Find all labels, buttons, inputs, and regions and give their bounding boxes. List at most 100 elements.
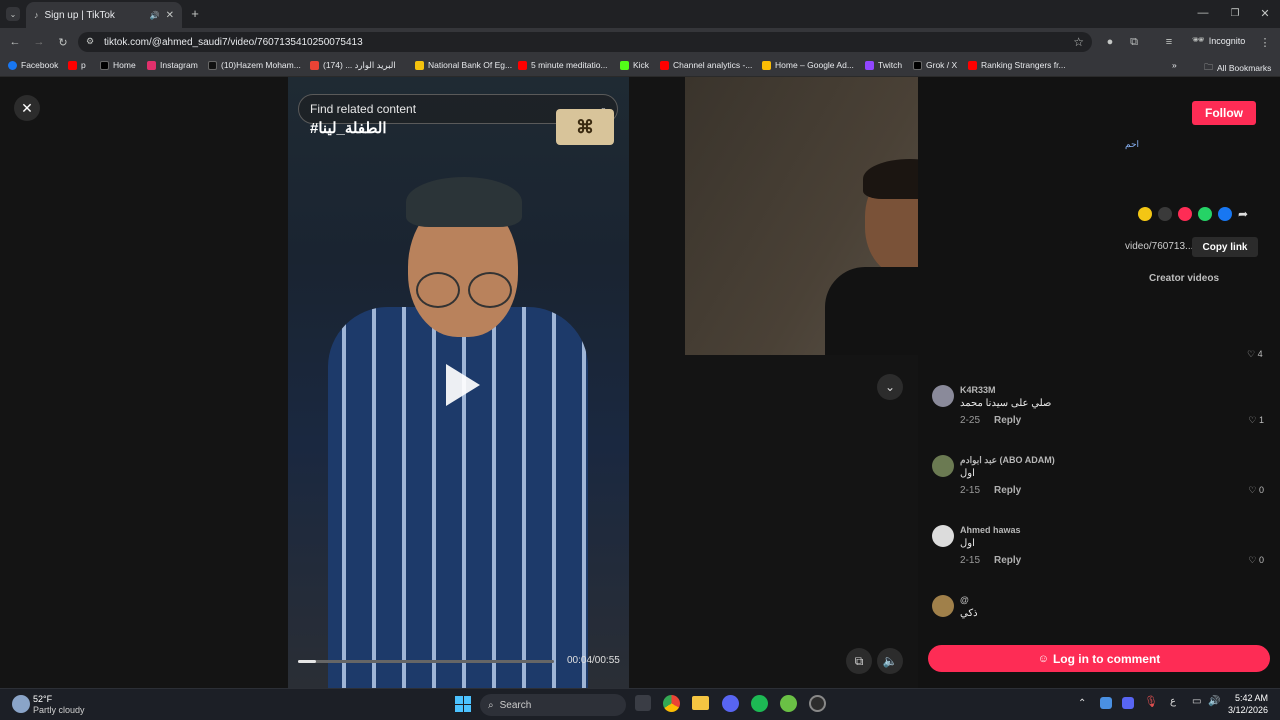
language-indicator[interactable]: ع [1170, 696, 1176, 707]
bank-icon [415, 60, 424, 70]
avatar[interactable] [932, 455, 954, 477]
forward-icon[interactable]: → [32, 35, 46, 49]
comment-like[interactable]: ♡ 0 [1248, 485, 1264, 496]
share-arrow-icon[interactable]: ➦ [1238, 207, 1248, 221]
reply-link[interactable]: Reply [994, 415, 1021, 426]
comment-like[interactable]: ♡ 0 [1248, 555, 1264, 566]
onedrive-icon[interactable] [1100, 697, 1112, 709]
tray-overflow-icon[interactable]: ⌃ [1078, 698, 1086, 709]
bookmark-item[interactable]: Instagram [147, 60, 198, 70]
comment-text: اول [960, 538, 975, 549]
bookmark-item[interactable]: Facebook [8, 60, 58, 70]
tab-search-icon[interactable]: ⌄ [6, 7, 20, 21]
facebook-share-icon[interactable] [1218, 207, 1232, 221]
channel-logo-watermark: ⌘ [556, 109, 614, 145]
weather-temp[interactable]: 52°F [33, 694, 52, 704]
microphone-icon[interactable]: 🎙 [1144, 695, 1158, 708]
tab-strip: ⌄ ♪ Sign up | TikTok 🔊 ✕ + — ❐ ✕ [0, 0, 1280, 28]
comment-author[interactable]: عبد ابوادم (ABO ADAM) [960, 455, 1055, 466]
reply-link[interactable]: Reply [994, 485, 1021, 496]
bookmark-item[interactable]: p [68, 60, 86, 70]
facebook-icon [8, 60, 17, 70]
embed-icon[interactable] [1158, 207, 1172, 221]
clock-time[interactable]: 5:42 AM [1226, 693, 1268, 703]
task-view-icon[interactable] [635, 695, 651, 711]
bookmark-item[interactable]: Ranking Strangers fr... [968, 60, 1066, 70]
top-like-count[interactable]: ♡ 4 [1247, 349, 1263, 360]
obs-icon[interactable] [809, 695, 826, 712]
network-icon[interactable]: ▭ [1192, 696, 1201, 707]
author-name-snippet[interactable]: احم [1125, 139, 1139, 150]
bookmark-item[interactable]: Grok / X [913, 60, 957, 70]
discord-tray-icon[interactable] [1122, 697, 1134, 709]
avatar[interactable] [932, 525, 954, 547]
tab-title: Sign up | TikTok [44, 9, 115, 21]
discord-icon[interactable] [722, 695, 739, 712]
start-icon[interactable] [455, 696, 471, 712]
bookmark-star-icon[interactable]: ☆ [1073, 35, 1084, 49]
video-stage: Find related content ⌕ #الطفلة_لينا ⌘ 00… [0, 77, 1126, 688]
site-info-icon[interactable]: ⚙ [86, 36, 94, 47]
bookmark-item[interactable]: Kick [620, 60, 649, 70]
floating-player-icon[interactable]: ⧉ [846, 648, 872, 674]
menu-kebab-icon[interactable]: ⋮ [1258, 35, 1272, 49]
whatsapp-icon[interactable] [1198, 207, 1212, 221]
progress-fill [298, 660, 316, 663]
taskbar-search[interactable]: ⌕ Search [480, 694, 626, 716]
bookmark-item[interactable]: Home [100, 60, 136, 70]
chrome-icon[interactable] [663, 695, 680, 712]
bookmark-item[interactable]: 5 minute meditatio... [518, 60, 608, 70]
comment-meta: 2-15 Reply [960, 555, 1022, 566]
comment-like[interactable]: ♡ 1 [1248, 415, 1264, 426]
extension-icon[interactable]: ● [1103, 35, 1117, 49]
window-close-icon[interactable]: ✕ [1258, 6, 1272, 20]
spotify-icon[interactable] [751, 695, 768, 712]
bookmarks-overflow-icon[interactable]: » [1172, 60, 1177, 70]
all-bookmarks[interactable]: 🗀 All Bookmarks [1204, 60, 1271, 76]
comment-author[interactable]: K4R33M [960, 385, 996, 395]
coin-icon[interactable] [1138, 207, 1152, 221]
bookmark-item[interactable]: (174) ... البريد الوارد [310, 60, 396, 71]
reply-link[interactable]: Reply [994, 555, 1021, 566]
comment-author[interactable]: Ahmed hawas [960, 525, 1021, 535]
incognito-label: Incognito [1208, 35, 1246, 46]
weather-icon[interactable] [12, 695, 30, 713]
media-icon[interactable]: ≡ [1162, 35, 1176, 49]
reload-icon[interactable]: ↻ [56, 35, 70, 49]
browser-tab[interactable]: ♪ Sign up | TikTok 🔊 ✕ [26, 2, 182, 28]
puzzle-icon[interactable]: ⧉ [1127, 35, 1141, 49]
app-icon[interactable] [780, 695, 797, 712]
address-bar[interactable]: ⚙ tiktok.com/@ahmed_saudi7/video/7607135… [78, 32, 1092, 52]
file-explorer-icon[interactable] [692, 696, 709, 710]
weather-desc: Partly cloudy [33, 705, 85, 715]
avatar[interactable] [932, 595, 954, 617]
incognito-indicator[interactable]: 🕶 Incognito [1192, 35, 1245, 46]
tab-close-icon[interactable]: ✕ [166, 10, 174, 21]
chevron-down-icon[interactable]: ⌄ [877, 374, 903, 400]
minimize-icon[interactable]: — [1196, 6, 1210, 20]
clock-date[interactable]: 3/12/2026 [1222, 705, 1268, 715]
bookmark-item[interactable]: National Bank Of Eg... [415, 60, 512, 70]
follow-button[interactable]: Follow [1192, 101, 1256, 125]
send-icon[interactable] [1178, 207, 1192, 221]
speaker-icon[interactable]: 🔊 [150, 11, 160, 20]
tab-creator-videos[interactable]: Creator videos [1149, 273, 1219, 284]
back-icon[interactable]: ← [8, 35, 22, 49]
bookmark-item[interactable]: Twitch [865, 60, 902, 70]
comment-meta: 2-25 Reply [960, 415, 1022, 426]
comment-item: عبد ابوادم (ABO ADAM) اول 2-15 Reply ♡ 0 [932, 455, 1268, 515]
volume-icon[interactable]: 🔈 [877, 648, 903, 674]
bookmark-item[interactable]: Channel analytics -... [660, 60, 752, 70]
maximize-icon[interactable]: ❐ [1228, 6, 1242, 20]
login-to-comment-button[interactable]: ☺ Log in to comment [928, 645, 1270, 672]
play-icon[interactable] [446, 364, 480, 406]
comment-author[interactable]: @ [960, 595, 969, 605]
volume-tray-icon[interactable]: 🔊 [1208, 696, 1220, 707]
avatar[interactable] [932, 385, 954, 407]
bookmark-item[interactable]: Home – Google Ad... [762, 60, 854, 70]
copy-link-button[interactable]: Copy link [1192, 237, 1258, 257]
close-icon[interactable]: ✕ [14, 95, 40, 121]
new-tab-icon[interactable]: + [188, 6, 202, 21]
bookmark-item[interactable]: (10)Hazem Moham... [208, 60, 301, 70]
video-progress-bar[interactable] [298, 660, 554, 663]
